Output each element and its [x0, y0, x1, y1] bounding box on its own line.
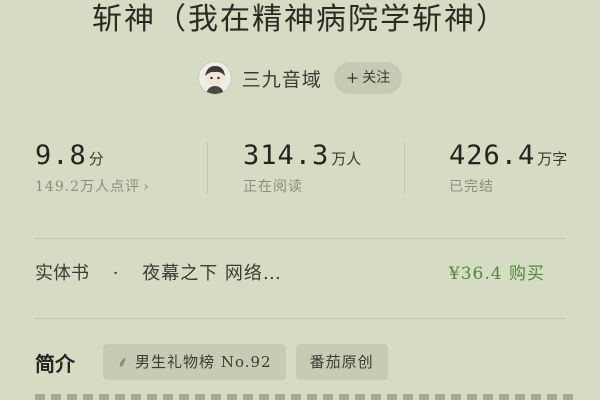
edition-publisher: 夜幕之下 网络… — [142, 263, 282, 284]
rating-unit: 分 — [88, 150, 104, 168]
ranking-tag[interactable]: ⸙ 男生礼物榜 No.92 — [103, 344, 286, 380]
original-tag[interactable]: 番茄原创 — [295, 344, 388, 380]
edition-type: 实体书 — [35, 263, 89, 284]
rating-stat[interactable]: 9.8 分 149.2万人点评 › — [35, 140, 150, 202]
readers-label: 正在阅读 — [243, 179, 303, 195]
words-stat: 426.4 万字 已完结 — [449, 140, 567, 202]
laurel-icon: ⸙ — [117, 353, 130, 371]
chevron-right-icon: › — [143, 179, 150, 195]
book-stats: 9.8 分 149.2万人点评 › 314.3 万人 正在阅读 426.4 万字 已完结 — [0, 140, 600, 202]
follow-button[interactable]: + 关注 — [333, 62, 403, 94]
author-row: 三九音域 + 关注 — [0, 58, 600, 98]
words-unit: 万字 — [537, 150, 568, 168]
stat-divider — [404, 142, 405, 194]
follow-label: 关注 — [362, 70, 391, 86]
rating-count: 149.2万人点评 — [35, 179, 141, 195]
rating-value: 9.8 — [35, 140, 87, 171]
author-name[interactable]: 三九音域 — [242, 65, 322, 92]
edition-row[interactable]: 实体书 · 夜幕之下 网络… ¥36.4 购买 — [35, 256, 565, 292]
section-divider — [35, 318, 565, 319]
ranking-tag-label: 男生礼物榜 No.92 — [135, 353, 272, 371]
readers-unit: 万人 — [331, 150, 362, 168]
intro-text-preview — [35, 394, 575, 400]
readers-value: 314.3 — [243, 140, 330, 171]
plus-icon: + — [345, 68, 360, 87]
cartoon-avatar-icon — [204, 66, 225, 94]
author-avatar[interactable] — [197, 61, 232, 95]
words-value: 426.4 — [449, 140, 536, 171]
intro-row: 简介 ⸙ 男生礼物榜 No.92 番茄原创 — [35, 342, 595, 382]
book-title: 斩神（我在精神病院学斩神） — [92, 2, 508, 37]
buy-button[interactable]: ¥36.4 购买 — [449, 256, 545, 292]
stat-divider — [207, 142, 208, 194]
readers-stat: 314.3 万人 正在阅读 — [243, 140, 361, 202]
words-status: 已完结 — [449, 179, 494, 195]
edition-separator: · — [112, 263, 119, 284]
intro-heading: 简介 — [35, 351, 75, 376]
section-divider — [35, 238, 565, 239]
